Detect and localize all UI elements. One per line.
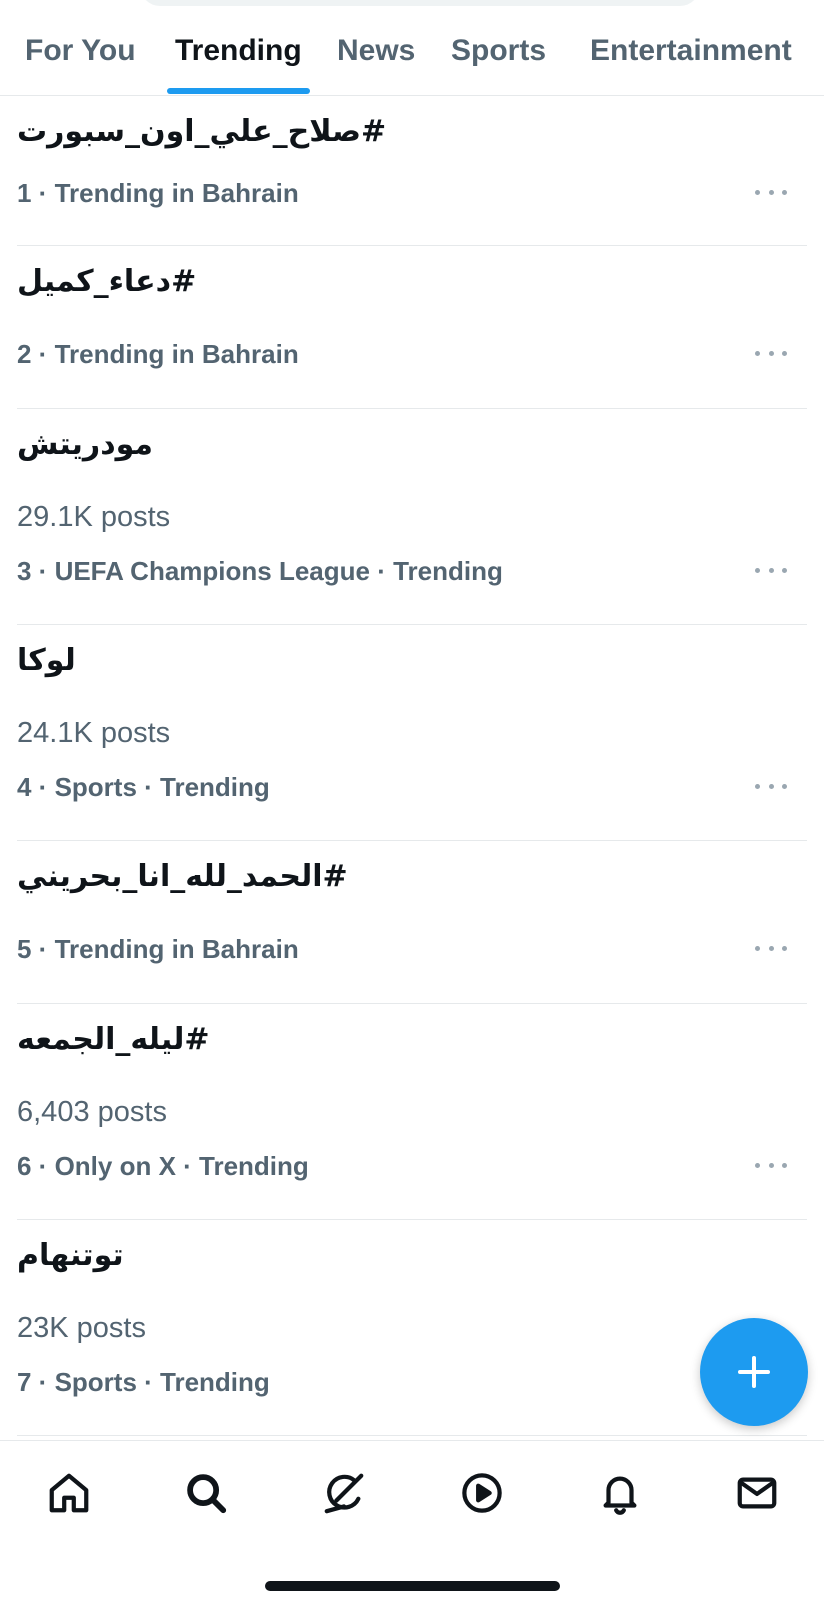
- dot-icon: [768, 350, 774, 356]
- trend-context: 5 · Trending in Bahrain: [17, 934, 299, 964]
- tab-sports[interactable]: Sports: [451, 34, 546, 96]
- trend-title: #ليله_الجمعه: [17, 1022, 210, 1057]
- search-icon: [187, 1474, 227, 1514]
- trend-context: 4 · Sports · Trending: [17, 772, 270, 802]
- nav-home[interactable]: [39, 1463, 99, 1523]
- nav-messages[interactable]: [727, 1463, 787, 1523]
- dot-icon: [755, 1162, 760, 1168]
- tab-news[interactable]: News: [337, 34, 415, 96]
- tab-trending[interactable]: Trending: [175, 34, 302, 96]
- nav-grok[interactable]: [314, 1463, 374, 1523]
- dot-icon: [782, 945, 787, 951]
- active-tab-indicator: [167, 88, 310, 94]
- play-icon: [462, 1473, 502, 1513]
- nav-notifications[interactable]: [590, 1463, 650, 1523]
- trend-title: لوكا: [17, 643, 76, 678]
- trend-context: 2 · Trending in Bahrain: [17, 339, 299, 369]
- trend-item[interactable]: #ليله_الجمعه 6,403 posts 6 · Only on X ·…: [17, 1004, 807, 1220]
- dot-icon: [782, 350, 787, 356]
- dot-icon: [782, 1162, 787, 1168]
- dot-icon: [755, 567, 760, 573]
- trend-title: #الحمد_لله_انا_بحريني: [17, 859, 348, 894]
- dot-icon: [768, 945, 774, 951]
- trend-title: #دعاء_كميل: [17, 264, 197, 299]
- bottom-navigation: [0, 1440, 824, 1600]
- dot-icon: [755, 189, 760, 195]
- grok-icon: [324, 1473, 364, 1514]
- nav-search[interactable]: [176, 1463, 236, 1523]
- mail-icon: [737, 1477, 777, 1509]
- bell-icon: [603, 1476, 637, 1515]
- dot-icon: [755, 783, 760, 789]
- trend-context: 1 · Trending in Bahrain: [17, 178, 299, 208]
- trend-item[interactable]: مودريتش 29.1K posts 3 · UEFA Champions L…: [17, 409, 807, 625]
- more-options-button[interactable]: [749, 338, 793, 368]
- nav-video[interactable]: [452, 1463, 512, 1523]
- more-options-button[interactable]: [749, 1150, 793, 1180]
- trend-item[interactable]: توتنهام 23K posts 7 · Sports · Trending: [17, 1220, 807, 1436]
- dot-icon: [768, 189, 774, 195]
- trend-title: #صلاح_علي_اون_سبورت: [17, 114, 387, 149]
- dot-icon: [782, 783, 787, 789]
- more-options-button[interactable]: [749, 771, 793, 801]
- home-indicator[interactable]: [265, 1581, 560, 1591]
- more-options-button[interactable]: [749, 177, 793, 207]
- dot-icon: [768, 567, 774, 573]
- trend-context: 6 · Only on X · Trending: [17, 1151, 309, 1181]
- trend-item[interactable]: #الحمد_لله_انا_بحريني 5 · Trending in Ba…: [17, 841, 807, 1004]
- tab-for-you[interactable]: For You: [25, 34, 136, 96]
- trend-context: 3 · UEFA Champions League · Trending: [17, 556, 503, 586]
- dot-icon: [768, 783, 774, 789]
- more-options-button[interactable]: [749, 933, 793, 963]
- trend-post-count: 29.1K posts: [17, 501, 171, 533]
- explore-trending-screen: For You Trending News Sports Entertainme…: [0, 0, 824, 1600]
- trend-post-count: 6,403 posts: [17, 1096, 167, 1128]
- trend-item[interactable]: لوكا 24.1K posts 4 · Sports · Trending: [17, 625, 807, 841]
- trend-post-count: 24.1K posts: [17, 717, 171, 749]
- trend-item[interactable]: #دعاء_كميل 2 · Trending in Bahrain: [17, 246, 807, 409]
- trend-item[interactable]: #صلاح_علي_اون_سبورت 1 · Trending in Bahr…: [17, 96, 807, 246]
- dot-icon: [755, 350, 760, 356]
- trend-post-count: 23K posts: [17, 1312, 146, 1344]
- dot-icon: [782, 189, 787, 195]
- explore-tabs: For You Trending News Sports Entertainme…: [0, 0, 824, 96]
- dot-icon: [755, 945, 760, 951]
- trend-context: 7 · Sports · Trending: [17, 1367, 270, 1397]
- more-options-button[interactable]: [749, 555, 793, 585]
- tab-entertainment[interactable]: Entertainment: [590, 34, 792, 96]
- compose-post-button[interactable]: [700, 1318, 808, 1426]
- home-icon: [49, 1473, 89, 1513]
- trend-title: توتنهام: [17, 1238, 124, 1273]
- dot-icon: [782, 567, 787, 573]
- trend-title: مودريتش: [17, 427, 153, 462]
- dot-icon: [768, 1162, 774, 1168]
